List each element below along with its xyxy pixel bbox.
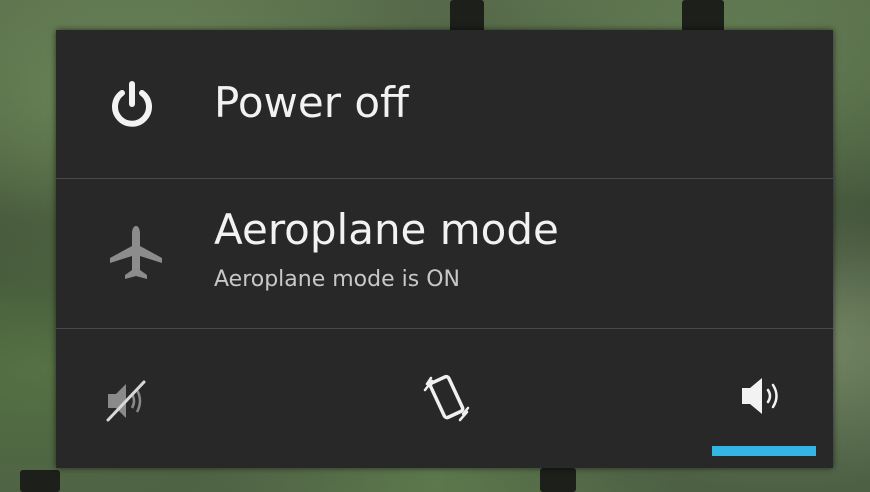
global-actions-dialog: Power off Aeroplane mode Aeroplane mode … bbox=[56, 30, 833, 468]
airplane-mode-label: Aeroplane mode bbox=[214, 205, 559, 254]
vibrate-button[interactable] bbox=[401, 364, 491, 444]
airplane-mode-toggle[interactable]: Aeroplane mode Aeroplane mode is ON bbox=[56, 179, 833, 328]
selected-indicator bbox=[712, 446, 816, 456]
power-icon bbox=[106, 80, 158, 136]
tree-trunk bbox=[20, 470, 60, 492]
vibrate-icon bbox=[419, 370, 475, 430]
airplane-mode-status: Aeroplane mode is ON bbox=[214, 267, 460, 292]
power-off-label: Power off bbox=[214, 78, 409, 127]
sound-off-icon bbox=[104, 378, 156, 428]
power-off-button[interactable]: Power off bbox=[56, 30, 833, 178]
sound-mode-selector bbox=[56, 328, 833, 468]
sound-off-button[interactable] bbox=[86, 368, 176, 438]
sound-on-icon bbox=[738, 374, 790, 422]
tree-trunk bbox=[540, 468, 576, 492]
sound-on-button[interactable] bbox=[712, 364, 816, 444]
airplane-icon bbox=[106, 222, 166, 288]
